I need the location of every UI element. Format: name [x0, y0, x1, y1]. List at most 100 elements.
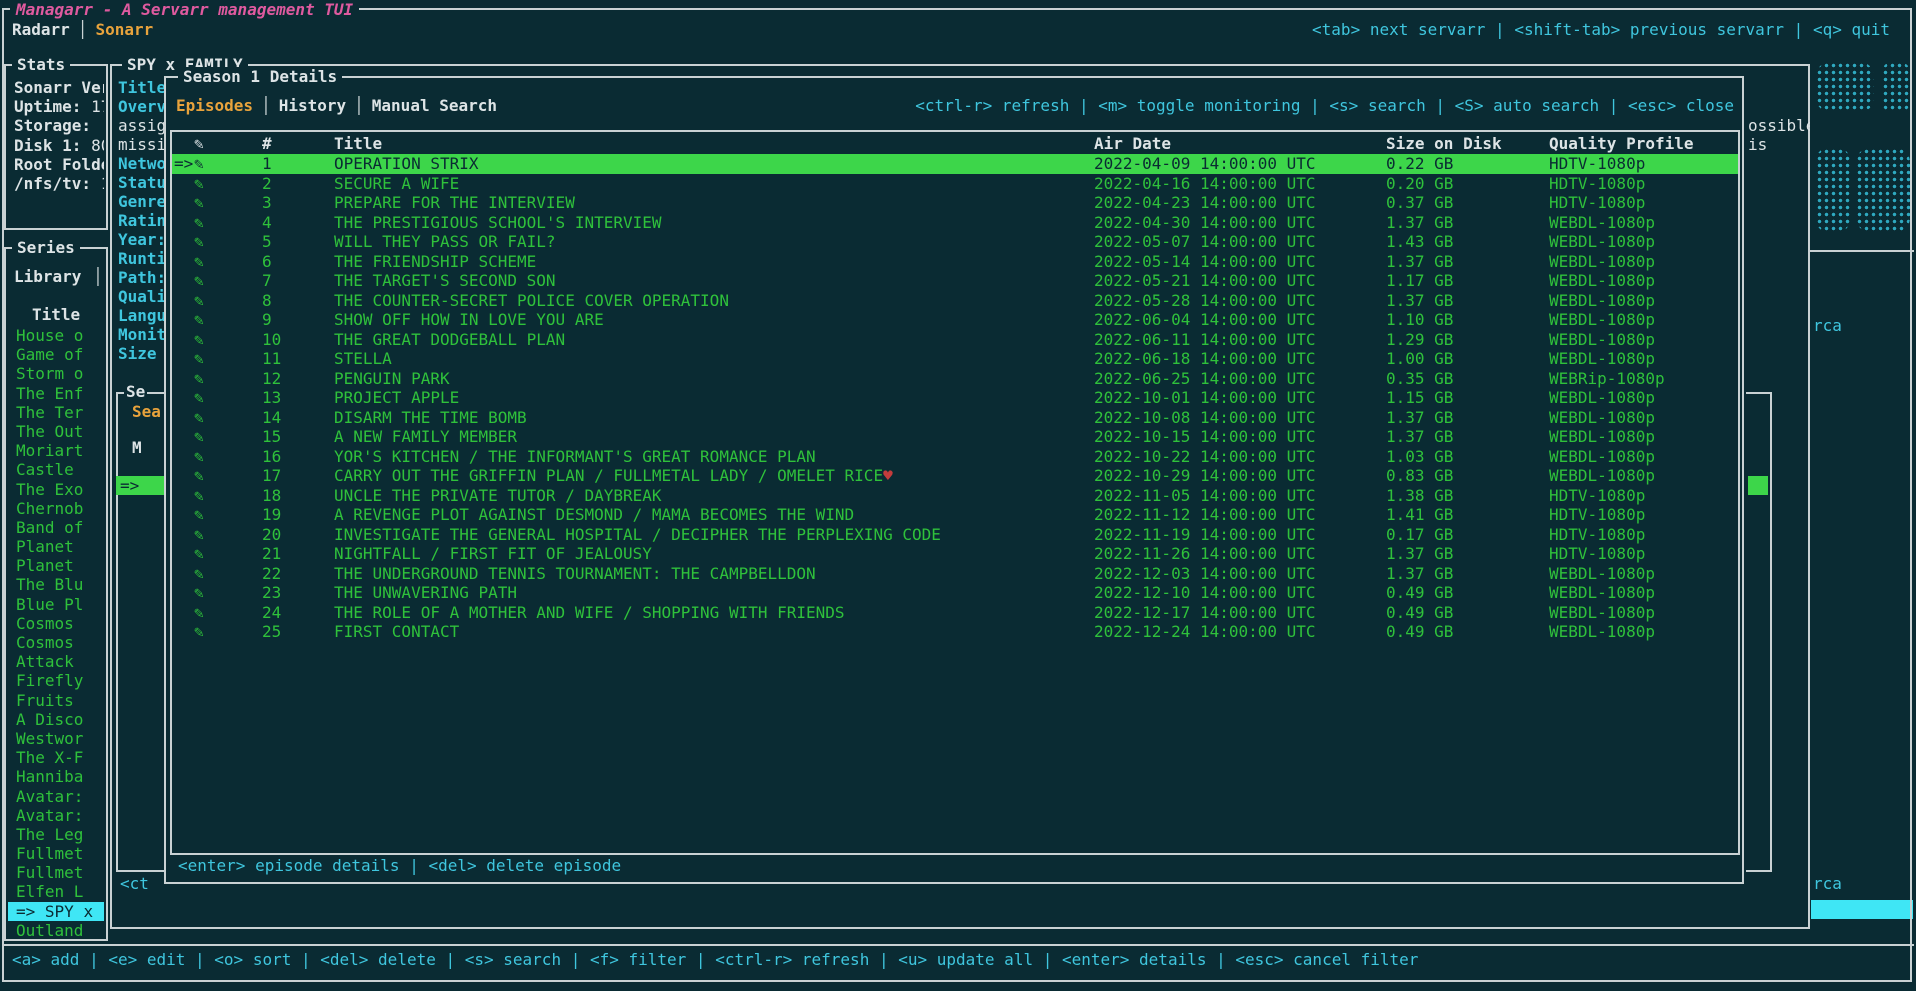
episode-row[interactable]: ✎ 10 THE GREAT DODGEBALL PLAN 2022-06-11… — [172, 330, 1738, 350]
episode-row[interactable]: ✎ 21 NIGHTFALL / FIRST FIT OF JEALOUSY 2… — [172, 544, 1738, 564]
series-list: House o Game of Storm o The Enf The Ter … — [8, 326, 104, 940]
tab-radarr[interactable]: Radarr — [12, 20, 70, 39]
episode-title: NIGHTFALL / FIRST FIT OF JEALOUSY — [334, 544, 652, 564]
series-list-item[interactable]: House o — [8, 326, 104, 345]
series-name: Attack — [16, 652, 74, 671]
episode-row[interactable]: ✎ 8 THE COUNTER-SECRET POLICE COVER OPER… — [172, 291, 1738, 311]
episode-row[interactable]: ✎ 23 THE UNWAVERING PATH 2022-12-10 14:0… — [172, 583, 1738, 603]
episode-number: 8 — [262, 291, 272, 311]
episode-number: 15 — [262, 427, 281, 447]
column-header-number: # — [262, 134, 272, 154]
series-list-item[interactable]: Chernob — [8, 499, 104, 518]
episode-row[interactable]: ✎ 3 PREPARE FOR THE INTERVIEW 2022-04-23… — [172, 193, 1738, 213]
series-list-item[interactable]: Storm o — [8, 364, 104, 383]
episode-row[interactable]: ✎ 17 CARRY OUT THE GRIFFIN PLAN / FULLME… — [172, 466, 1738, 486]
episode-quality: WEBDL-1080p — [1549, 564, 1655, 584]
episode-row[interactable]: ✎ 18 UNCLE THE PRIVATE TUTOR / DAYBREAK … — [172, 486, 1738, 506]
series-name: House o — [16, 326, 83, 345]
edit-pencil-icon: ✎ — [194, 291, 204, 311]
episode-row[interactable]: ✎ 5 WILL THEY PASS OR FAIL? 2022-05-07 1… — [172, 232, 1738, 252]
series-list-item[interactable]: Planet — [8, 556, 104, 575]
series-list-item[interactable]: The Exo — [8, 480, 104, 499]
episode-air-date: 2022-10-29 14:00:00 UTC — [1094, 466, 1316, 486]
series-list-item[interactable]: => SPY x F — [8, 902, 104, 921]
stat-value: 80 — [91, 136, 104, 155]
episode-row[interactable]: ✎ 4 THE PRESTIGIOUS SCHOOL'S INTERVIEW 2… — [172, 213, 1738, 233]
tab-library[interactable]: Library — [14, 267, 81, 286]
episode-number: 9 — [262, 310, 272, 330]
series-list-item[interactable]: Castle — [8, 460, 104, 479]
episode-row[interactable]: ✎ 24 THE ROLE OF A MOTHER AND WIFE / SHO… — [172, 603, 1738, 623]
episode-row[interactable]: ✎ 16 YOR'S KITCHEN / THE INFORMANT'S GRE… — [172, 447, 1738, 467]
tab-episodes[interactable]: Episodes — [176, 96, 253, 115]
series-list-item[interactable]: The Ter — [8, 403, 104, 422]
selected-season-fragment — [1748, 476, 1768, 495]
series-list-item[interactable]: Avatar: — [8, 806, 104, 825]
edit-pencil-icon: ✎ — [194, 174, 204, 194]
series-list-item[interactable]: Firefly — [8, 671, 104, 690]
episode-row[interactable]: ✎ 13 PROJECT APPLE 2022-10-01 14:00:00 U… — [172, 388, 1738, 408]
series-tabbar: Library │ — [14, 267, 103, 287]
episode-row[interactable]: ✎ 7 THE TARGET'S SECOND SON 2022-05-21 1… — [172, 271, 1738, 291]
episode-air-date: 2022-12-10 14:00:00 UTC — [1094, 583, 1316, 603]
episode-row[interactable]: => ✎ 1 OPERATION STRIX 2022-04-09 14:00:… — [172, 154, 1738, 174]
series-list-item[interactable]: Band of — [8, 518, 104, 537]
series-list-item[interactable]: Outland — [8, 921, 104, 940]
series-list-item[interactable]: Fullmet — [8, 844, 104, 863]
tab-seasons-fragment[interactable]: Sea — [132, 402, 161, 422]
series-list-item[interactable]: A Disco — [8, 710, 104, 729]
series-list-item[interactable]: Cosmos — [8, 633, 104, 652]
bottom-keybinds-help: <a> add | <e> edit | <o> sort | <del> de… — [12, 950, 1418, 970]
episode-quality: WEBDL-1080p — [1549, 310, 1655, 330]
series-list-item[interactable]: Fullmet — [8, 863, 104, 882]
series-list-item[interactable]: The Leg — [8, 825, 104, 844]
episode-row[interactable]: ✎ 6 THE FRIENDSHIP SCHEME 2022-05-14 14:… — [172, 252, 1738, 272]
series-list-item[interactable]: Blue Pl — [8, 595, 104, 614]
series-list-item[interactable]: Cosmos — [8, 614, 104, 633]
series-list-item[interactable]: Westwor — [8, 729, 104, 748]
series-list-item[interactable]: Fruits — [8, 691, 104, 710]
series-list-item[interactable]: The Out — [8, 422, 104, 441]
series-list-item[interactable]: Moriart — [8, 441, 104, 460]
episode-air-date: 2022-10-08 14:00:00 UTC — [1094, 408, 1316, 428]
series-list-item[interactable]: The Blu — [8, 575, 104, 594]
series-list-item[interactable]: Hanniba — [8, 767, 104, 786]
edit-pencil-icon: ✎ — [194, 525, 204, 545]
tab-history[interactable]: History — [279, 96, 346, 115]
episode-air-date: 2022-06-11 14:00:00 UTC — [1094, 330, 1316, 350]
episode-row[interactable]: ✎ 22 THE UNDERGROUND TENNIS TOURNAMENT: … — [172, 564, 1738, 584]
series-list-item[interactable]: Attack — [8, 652, 104, 671]
episode-size: 0.37 GB — [1386, 193, 1453, 213]
series-list-item[interactable]: Game of — [8, 345, 104, 364]
series-name: Storm o — [16, 364, 83, 383]
tab-sonarr[interactable]: Sonarr — [95, 20, 153, 39]
episode-row[interactable]: ✎ 12 PENGUIN PARK 2022-06-25 14:00:00 UT… — [172, 369, 1738, 389]
series-list-item[interactable]: The X-F — [8, 748, 104, 767]
episode-row[interactable]: ✎ 14 DISARM THE TIME BOMB 2022-10-08 14:… — [172, 408, 1738, 428]
series-list-item[interactable]: The Enf — [8, 384, 104, 403]
tab-manual-search[interactable]: Manual Search — [372, 96, 497, 115]
episode-row[interactable]: ✎ 11 STELLA 2022-06-18 14:00:00 UTC 1.00… — [172, 349, 1738, 369]
series-name: Avatar: — [16, 806, 83, 825]
episode-row[interactable]: ✎ 9 SHOW OFF HOW IN LOVE YOU ARE 2022-06… — [172, 310, 1738, 330]
episode-size: 0.49 GB — [1386, 603, 1453, 623]
row-text-fragment: rca — [1813, 316, 1842, 335]
episode-size: 1.37 GB — [1386, 544, 1453, 564]
column-header-air-date: Air Date — [1094, 134, 1171, 154]
series-list-item[interactable]: Elfen L — [8, 882, 104, 901]
series-list-item[interactable]: Planet — [8, 537, 104, 556]
episode-title: STELLA — [334, 349, 392, 369]
episode-title: CARRY OUT THE GRIFFIN PLAN / FULLMETAL L… — [334, 466, 893, 486]
episode-size: 1.41 GB — [1386, 505, 1453, 525]
heart-icon: ♥ — [883, 466, 893, 485]
episode-row[interactable]: ✎ 2 SECURE A WIFE 2022-04-16 14:00:00 UT… — [172, 174, 1738, 194]
series-list-item[interactable]: Avatar: — [8, 787, 104, 806]
episode-number: 14 — [262, 408, 281, 428]
episode-row[interactable]: ✎ 15 A NEW FAMILY MEMBER 2022-10-15 14:0… — [172, 427, 1738, 447]
episode-row[interactable]: ✎ 19 A REVENGE PLOT AGAINST DESMOND / MA… — [172, 505, 1738, 525]
episode-row[interactable]: ✎ 20 INVESTIGATE THE GENERAL HOSPITAL / … — [172, 525, 1738, 545]
selected-row-highlight-fragment — [1811, 900, 1913, 919]
episode-quality: WEBDL-1080p — [1549, 622, 1655, 642]
episode-row[interactable]: ✎ 25 FIRST CONTACT 2022-12-24 14:00:00 U… — [172, 622, 1738, 642]
episode-number: 22 — [262, 564, 281, 584]
